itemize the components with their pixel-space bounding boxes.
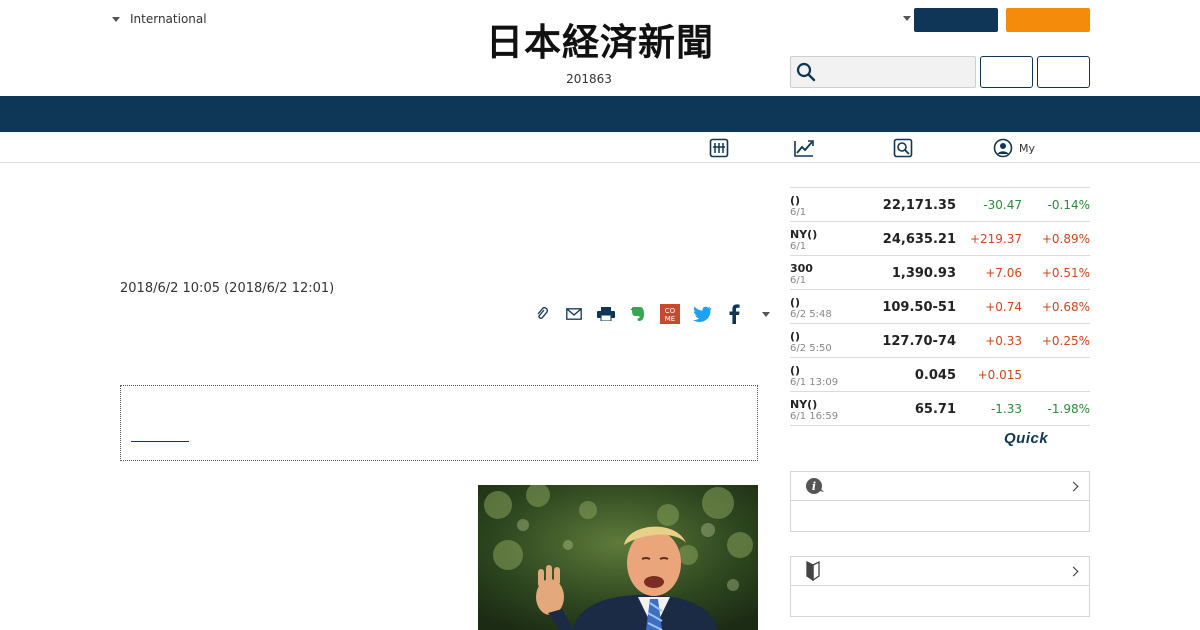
table-row[interactable]: 300 6/1 1,390.93 +7.06 +0.51% [790,256,1090,290]
info-icon: i [806,478,824,494]
chevron-right-icon [1068,481,1079,491]
related-link[interactable] [131,441,189,442]
market-date: 6/2 5:48 [790,309,832,320]
header-outline-button-2[interactable] [1037,56,1090,88]
article-datetime: 2018/6/2 10:05 (2018/6/2 12:01) [120,281,335,296]
chart-trend-icon [794,140,814,157]
market-date: 6/1 [790,207,807,218]
header-outline-button-1[interactable] [980,56,1033,88]
subnav-item-my[interactable]: My [993,137,1035,159]
subscribe-button[interactable] [1006,8,1090,32]
market-date: 6/1 [790,275,807,286]
svg-text:ME: ME [665,315,675,323]
search-icon[interactable] [796,62,816,82]
market-percent: +0.68% [1041,300,1090,314]
market-percent: -0.14% [1047,198,1090,212]
table-row[interactable]: () 6/1 22,171.35 -30.47 -0.14% [790,188,1090,222]
sub-navigation: My [0,132,1200,163]
market-value: 65.71 [914,402,956,417]
beginner-mark-icon [806,561,820,581]
share-toolbar: CO ME [526,302,782,326]
search-bar[interactable] [790,56,976,88]
market-change: -1.33 [990,402,1022,416]
mail-icon[interactable] [558,302,590,326]
market-percent: +0.51% [1041,266,1090,280]
twitter-icon[interactable] [686,302,718,326]
market-value: 127.70-74 [882,334,956,349]
info-panel: i [790,471,1090,532]
come-icon[interactable]: CO ME [654,302,686,326]
subnav-item-market[interactable] [709,137,735,159]
market-name: 300 [790,262,813,275]
info-panel-header[interactable]: i [791,472,1089,501]
search-input[interactable] [822,58,972,86]
site-logo[interactable]: 日本経済新聞 [450,24,750,61]
market-date: 6/2 5:50 [790,343,832,354]
search-magnifier-icon [893,138,913,158]
user-profile-icon [993,138,1013,158]
subnav-label: My [1019,141,1036,155]
market-percent: +0.89% [1041,232,1090,246]
market-value: 24,635.21 [882,232,956,247]
quick-logo[interactable]: Quick [1004,430,1048,447]
svg-text:i: i [812,480,816,493]
article-photo [478,485,758,630]
market-date: 6/1 [790,241,807,252]
market-percent: +0.25% [1041,334,1090,348]
more-caret-icon[interactable] [750,302,782,326]
market-name: NY() [790,228,818,241]
market-value: 22,171.35 [882,198,956,213]
related-info-box [120,385,758,461]
stock-board-icon [709,138,729,158]
market-change: +7.06 [985,266,1022,280]
login-button[interactable] [914,8,998,32]
table-row[interactable]: NY() 6/1 16:59 65.71 -1.33 -1.98% [790,392,1090,426]
beginner-panel-header[interactable] [791,557,1089,586]
site-header: International 日本経済新聞 201863 [0,0,1200,96]
table-row[interactable]: () 6/2 5:50 127.70-74 +0.33 +0.25% [790,324,1090,358]
market-date: 6/1 16:59 [790,411,839,422]
market-name: () [790,296,801,309]
market-value: 1,390.93 [891,266,956,281]
market-value: 109.50-51 [882,300,956,315]
market-value: 0.045 [914,368,956,383]
market-change: +219.37 [969,232,1022,246]
chevron-down-icon[interactable] [903,16,911,21]
subnav-item-search[interactable] [893,137,919,159]
market-name: () [790,194,801,207]
market-name: NY() [790,398,818,411]
edition-label: International [130,12,207,26]
market-name: () [790,330,801,343]
chevron-right-icon [1068,566,1079,576]
table-row[interactable]: NY() 6/1 24,635.21 +219.37 +0.89% [790,222,1090,256]
logo-subtitle: 201863 [566,72,612,86]
svg-text:CO: CO [665,307,676,315]
market-name: () [790,364,801,377]
market-summary-table: () 6/1 22,171.35 -30.47 -0.14% NY() 6/1 … [790,187,1090,426]
market-change: +0.015 [977,368,1022,382]
subnav-item-chart[interactable] [793,137,821,159]
market-change: -30.47 [983,198,1022,212]
print-icon[interactable] [590,302,622,326]
market-date: 6/1 13:09 [790,377,839,388]
facebook-icon[interactable] [718,302,750,326]
clip-icon[interactable] [526,302,558,326]
main-navigation [0,96,1200,132]
beginner-panel [790,556,1090,617]
chevron-down-icon [112,16,120,22]
market-change: +0.74 [985,300,1022,314]
edition-selector[interactable]: International [112,12,207,26]
table-row[interactable]: () 6/2 5:48 109.50-51 +0.74 +0.68% [790,290,1090,324]
table-row[interactable]: () 6/1 13:09 0.045 +0.015 [790,358,1090,392]
evernote-icon[interactable] [622,302,654,326]
market-change: +0.33 [985,334,1022,348]
market-percent: -1.98% [1047,402,1090,416]
